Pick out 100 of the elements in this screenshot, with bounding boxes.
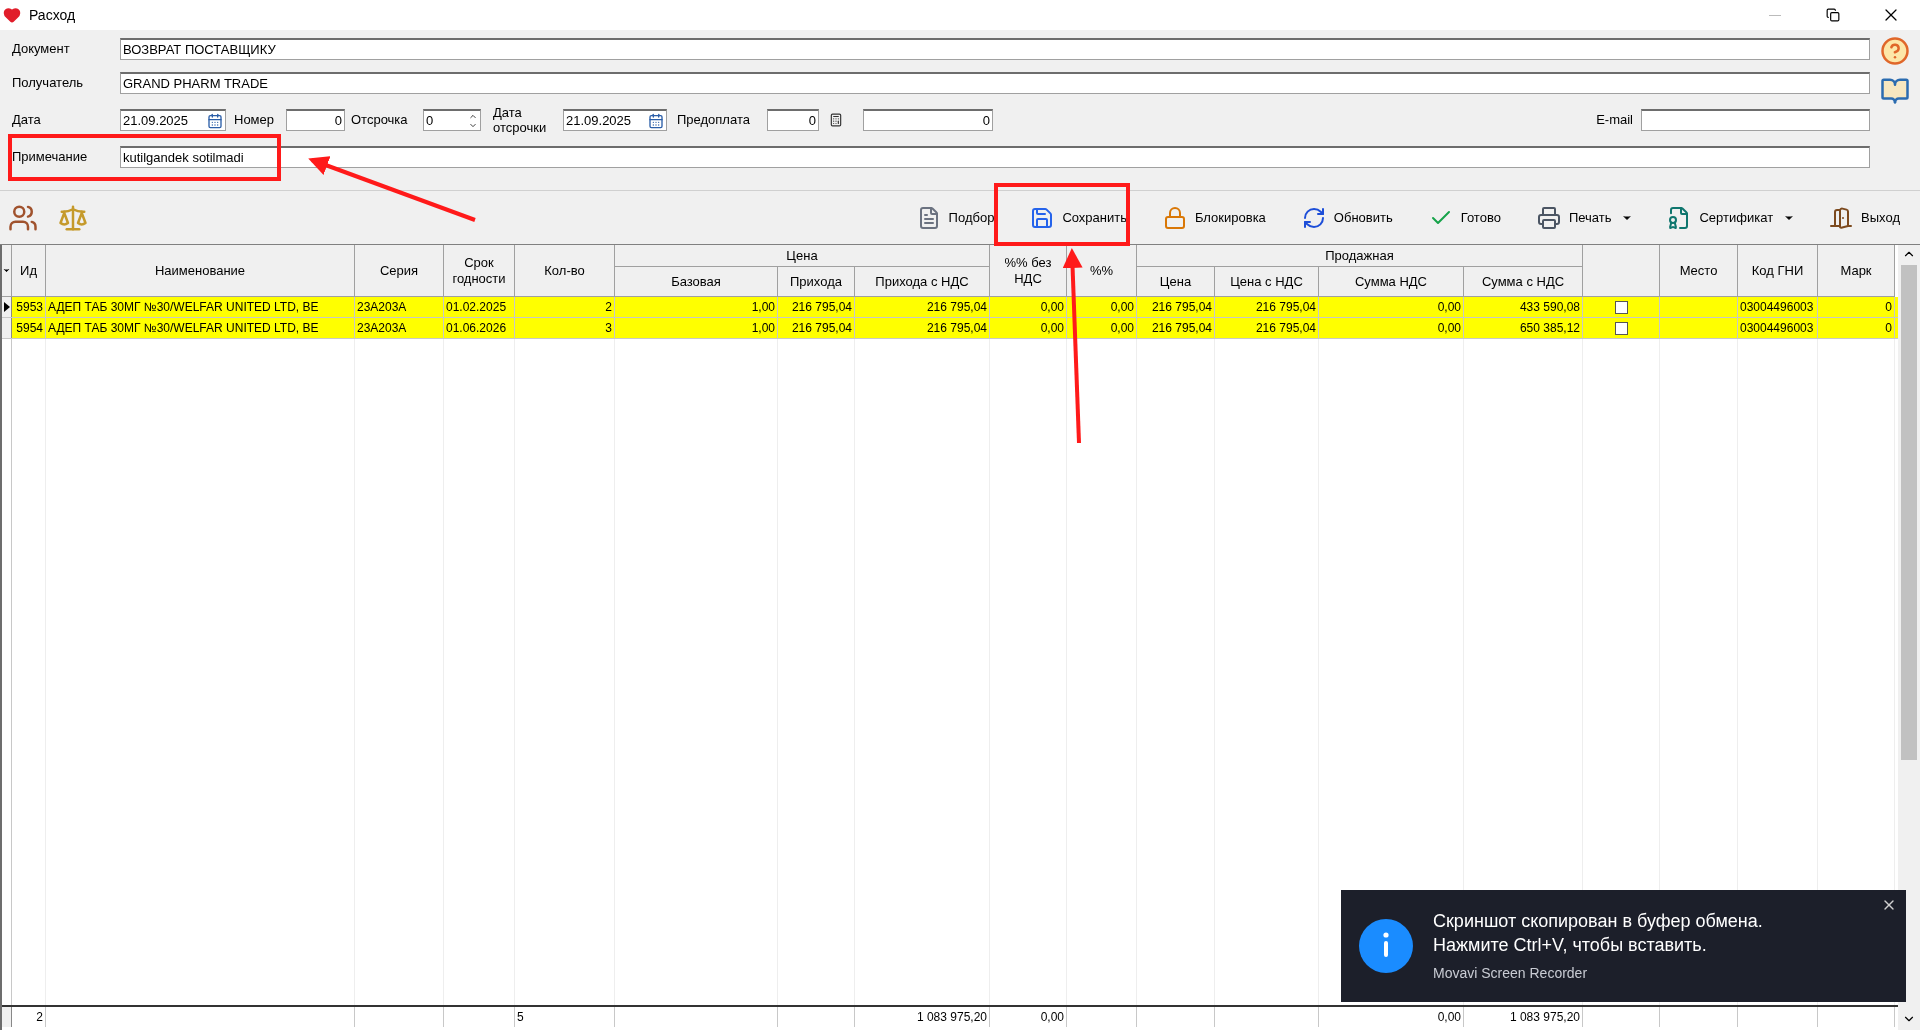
table-cell-text: АДЕП ТАБ 30МГ №30/WELFAR UNITED LTD, BE bbox=[48, 299, 319, 316]
floppy-icon bbox=[1030, 205, 1055, 230]
column-menu-icon[interactable] bbox=[2, 266, 11, 275]
table-cell-text: 216 795,04 bbox=[926, 299, 987, 316]
recipient-field[interactable]: GRAND PHARM TRADE bbox=[120, 72, 1870, 94]
minimize-icon bbox=[1769, 14, 1781, 16]
field-label: Документ bbox=[12, 40, 71, 59]
table-row[interactable]: 5953 АДЕП ТАБ 30МГ №30/WELFAR UNITED LTD, BE 23A203A 01.02.2025 2 1,00 216 795,04 216 795,04 0,00 0,00 216 795,04 216 795,04 0,00 433 590,08 03004496003 0 bbox=[2, 297, 1898, 318]
table-cell-text: 5953 bbox=[16, 299, 43, 316]
table-cell-text: 216 795,04 bbox=[1151, 299, 1212, 316]
toolbar-button[interactable]: Выход bbox=[1827, 197, 1902, 238]
toolbar-button[interactable]: Подбор bbox=[914, 197, 997, 238]
column-header[interactable]: Ид bbox=[12, 245, 46, 297]
field-label: Номер bbox=[234, 111, 275, 130]
column-group-header: Продажная bbox=[1137, 245, 1583, 267]
info-icon bbox=[1359, 919, 1413, 973]
table-cell-text: АДЕП ТАБ 30МГ №30/WELFAR UNITED LTD, BE bbox=[48, 320, 319, 337]
note-field[interactable]: kutilgandek sotilmadi bbox=[120, 146, 1870, 168]
table-cell-text: 216 795,04 bbox=[1151, 320, 1212, 337]
total-cell-text: 0,00 bbox=[1040, 1009, 1064, 1026]
table-cell-text: 3 bbox=[605, 320, 612, 337]
field-label: Дата отсрочки bbox=[493, 105, 548, 135]
table-cell-text: 03004496003 bbox=[1740, 320, 1814, 337]
calculator-icon[interactable] bbox=[829, 112, 843, 128]
scroll-thumb[interactable] bbox=[1901, 265, 1917, 760]
toolbar-button[interactable]: Печать bbox=[1534, 197, 1614, 238]
toolbar-button[interactable]: Обновить bbox=[1299, 197, 1395, 238]
column-header[interactable]: %% без НДС bbox=[990, 245, 1067, 297]
field-label: E-mail bbox=[1596, 111, 1633, 130]
refresh-icon bbox=[1301, 205, 1326, 230]
table-cell-text: 1,00 bbox=[751, 299, 775, 316]
table-cell-text: 0,00 bbox=[1110, 299, 1134, 316]
table-cell-text: 0,00 bbox=[1437, 320, 1461, 337]
toolbar-button[interactable]: Сохранить bbox=[1028, 197, 1129, 238]
prepayment-field[interactable]: 0 bbox=[767, 109, 819, 131]
column-header[interactable]: Прихода с НДС bbox=[855, 267, 990, 297]
column-header[interactable]: Прихода bbox=[778, 267, 855, 297]
column-header[interactable]: Сумма с НДС bbox=[1464, 267, 1583, 297]
column-header[interactable]: Серия bbox=[355, 245, 444, 297]
field-label: Дата bbox=[12, 111, 42, 130]
column-header[interactable]: Место bbox=[1660, 245, 1738, 297]
number-field[interactable]: 0 bbox=[286, 109, 345, 131]
total-cell-text: 5 bbox=[517, 1009, 524, 1026]
total-cell-text: 0,00 bbox=[1437, 1009, 1461, 1026]
lock-icon bbox=[1163, 205, 1187, 230]
toolbar-button[interactable]: Сертификат bbox=[1665, 197, 1776, 238]
field-label: Отсрочка bbox=[351, 111, 409, 130]
table-cell-text: 01.06.2026 bbox=[446, 320, 507, 337]
toolbar-button[interactable]: Готово bbox=[1426, 197, 1503, 238]
column-header[interactable]: Марк bbox=[1818, 245, 1895, 297]
table-cell-text: 216 795,04 bbox=[1255, 320, 1316, 337]
table-cell-text: 650 385,12 bbox=[1519, 320, 1580, 337]
delay-date-field[interactable]: 21.09.2025 bbox=[563, 109, 667, 131]
table-cell-text: 23A203A bbox=[357, 299, 407, 316]
table-cell-text: 03004496003 bbox=[1740, 299, 1814, 316]
column-header[interactable]: Базовая bbox=[615, 267, 778, 297]
door-icon bbox=[1829, 205, 1854, 230]
column-header[interactable]: Цена с НДС bbox=[1215, 267, 1319, 297]
book-icon[interactable] bbox=[1880, 76, 1910, 106]
field-label: Примечание bbox=[12, 148, 89, 167]
email-field[interactable] bbox=[1641, 109, 1870, 131]
table-cell-text: 433 590,08 bbox=[1519, 299, 1580, 316]
document-field[interactable]: ВОЗВРАТ ПОСТАВЩИКУ bbox=[120, 38, 1870, 60]
field-label: Получатель bbox=[12, 74, 85, 93]
table-cell-text: 216 795,04 bbox=[1255, 299, 1316, 316]
table-cell-text: 216 795,04 bbox=[791, 320, 852, 337]
help-icon[interactable] bbox=[1880, 36, 1910, 66]
row-header bbox=[2, 1007, 12, 1027]
column-header[interactable]: Срок годности bbox=[444, 245, 515, 297]
table-cell-text: 216 795,04 bbox=[926, 320, 987, 337]
row-checkbox[interactable] bbox=[1614, 300, 1628, 314]
total-cell-text: 1 083 975,20 bbox=[1509, 1009, 1580, 1026]
column-header[interactable]: Цена bbox=[1137, 267, 1215, 297]
total-cell-text: 1 083 975,20 bbox=[916, 1009, 987, 1026]
toast-source: Movavi Screen Recorder bbox=[1433, 963, 1589, 983]
amount-field[interactable]: 0 bbox=[863, 109, 993, 131]
column-header[interactable]: Кол-во bbox=[515, 245, 615, 297]
table-cell-text: 216 795,04 bbox=[791, 299, 852, 316]
table-cell-text: 0,00 bbox=[1437, 299, 1461, 316]
total-cell-text: 2 bbox=[36, 1009, 43, 1026]
table-cell-text: 0 bbox=[1885, 299, 1892, 316]
date-field[interactable]: 21.09.2025 bbox=[120, 109, 226, 131]
table-cell-text: 5954 bbox=[16, 320, 43, 337]
column-header[interactable]: Сумма НДС bbox=[1319, 267, 1464, 297]
table-cell-text: 2 bbox=[605, 299, 612, 316]
toolbar-button[interactable]: Блокировка bbox=[1161, 197, 1268, 238]
window-title: Расход bbox=[29, 5, 76, 25]
table-row[interactable]: 5954 АДЕП ТАБ 30МГ №30/WELFAR UNITED LTD, BE 23A203A 01.06.2026 3 1,00 216 795,04 216 795,04 0,00 0,00 216 795,04 216 795,04 0,00 650 385,12 03004496003 0 bbox=[2, 318, 1898, 339]
column-header[interactable]: Код ГНИ bbox=[1738, 245, 1818, 297]
field-label: Предоплата bbox=[677, 111, 751, 130]
printer-icon bbox=[1536, 205, 1561, 230]
table-cell-text: 01.02.2025 bbox=[446, 299, 507, 316]
row-header[interactable] bbox=[2, 297, 12, 317]
current-row-icon bbox=[3, 302, 10, 312]
heart-icon bbox=[3, 6, 21, 24]
delay-spinner[interactable]: 0 bbox=[423, 109, 481, 131]
calendar-icon[interactable] bbox=[207, 112, 223, 129]
row-checkbox[interactable] bbox=[1614, 321, 1628, 335]
calendar-icon[interactable] bbox=[648, 112, 664, 129]
column-header[interactable]: Наименование bbox=[46, 245, 355, 297]
